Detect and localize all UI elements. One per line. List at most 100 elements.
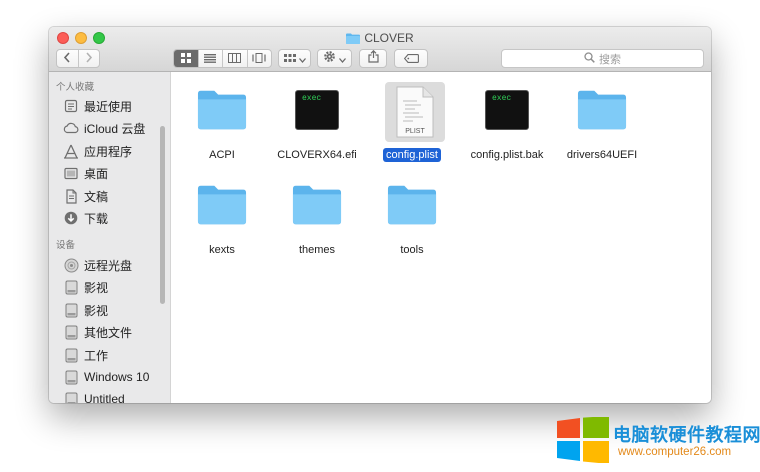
- sidebar-item-documents[interactable]: 文稿: [63, 186, 108, 206]
- tag-button[interactable]: [394, 49, 428, 68]
- sidebar-item-label: 影视: [84, 280, 109, 295]
- arrange-grid-icon: [283, 50, 296, 68]
- coverflow-view-button[interactable]: [246, 50, 272, 67]
- sidebar-item-label: 最近使用: [84, 99, 133, 114]
- chevron-left-icon: [63, 50, 71, 68]
- chevron-down-icon: [298, 50, 306, 68]
- search-field[interactable]: 搜索: [501, 49, 704, 68]
- drive-icon: [63, 324, 79, 340]
- file-item-cloverx64-efi[interactable]: exec CLOVERX64.efi: [269, 79, 365, 179]
- watermark: 电脑软硬件教程网 www.computer26.com: [555, 414, 760, 464]
- sidebar-scrollbar[interactable]: [160, 126, 165, 304]
- arrange-button[interactable]: [278, 49, 311, 68]
- watermark-title: 电脑软硬件教程网: [613, 425, 760, 445]
- file-item-tools[interactable]: tools: [364, 174, 460, 274]
- chevron-down-icon: [339, 50, 346, 68]
- sidebar-item-label: 其他文件: [84, 325, 133, 340]
- sidebar-item-label: 远程光盘: [84, 258, 133, 273]
- file-name: ACPI: [209, 149, 235, 161]
- sidebar-item-label: 影视: [84, 303, 109, 318]
- plist-document-icon: PLIST: [385, 82, 445, 142]
- disc-icon: [63, 257, 79, 273]
- sidebar-item-remote-disc[interactable]: 远程光盘: [63, 255, 132, 275]
- search-placeholder: 搜索: [599, 53, 621, 66]
- sidebar-item-drive[interactable]: 影视: [63, 300, 108, 320]
- sidebar-item-drive[interactable]: Untitled: [63, 389, 125, 403]
- sidebar-item-label: 文稿: [84, 189, 109, 204]
- file-item-config-plist-bak[interactable]: exec config.plist.bak: [459, 79, 555, 179]
- sidebar-item-desktop[interactable]: 桌面: [63, 163, 108, 183]
- drive-icon: [63, 279, 79, 295]
- icon-view-icon: [180, 50, 191, 67]
- sidebar: 个人收藏 最近使用 iCloud 云盘 应用程序 桌面 文稿 下载 设备 远程光…: [49, 72, 171, 403]
- applications-icon: [63, 143, 79, 159]
- sidebar-item-recents[interactable]: 最近使用: [63, 96, 132, 116]
- desktop-icon: [63, 165, 79, 181]
- drive-icon: [63, 369, 79, 385]
- sidebar-item-label: Untitled: [84, 392, 125, 403]
- folder-icon: [387, 180, 437, 230]
- sidebar-item-drive[interactable]: 其他文件: [63, 322, 132, 342]
- sidebar-item-label: Windows 10: [84, 370, 150, 384]
- action-button[interactable]: [317, 49, 352, 68]
- download-icon: [63, 210, 79, 226]
- watermark-url: www.computer26.com: [618, 446, 732, 458]
- file-name: config.plist.bak: [470, 149, 544, 161]
- icon-view-button[interactable]: [174, 50, 198, 67]
- plist-badge: PLIST: [405, 128, 425, 135]
- folder-icon: [292, 180, 342, 230]
- documents-icon: [63, 188, 79, 204]
- windows-logo-icon: [557, 416, 609, 468]
- share-icon: [367, 49, 379, 68]
- list-view-button[interactable]: [197, 50, 223, 67]
- cloud-icon: [63, 120, 79, 136]
- drive-icon: [63, 391, 79, 403]
- file-name: tools: [400, 244, 424, 256]
- terminal-exec-icon: exec: [292, 85, 342, 135]
- file-item-drivers64uefi[interactable]: drivers64UEFI: [554, 79, 650, 179]
- window-title-text: CLOVER: [364, 31, 414, 45]
- sidebar-item-drive[interactable]: 影视: [63, 277, 108, 297]
- sidebar-item-label: 桌面: [84, 166, 109, 181]
- finder-window: CLOVER 搜索 个人收藏 最近使用 iCloud 云盘 应用程序 桌面 文稿…: [49, 27, 711, 403]
- file-name-selected: config.plist: [383, 148, 441, 162]
- sidebar-item-drive[interactable]: Windows 10: [63, 367, 149, 387]
- sidebar-item-label: 工作: [84, 348, 109, 363]
- back-button[interactable]: [57, 50, 78, 67]
- tag-icon: [403, 50, 419, 68]
- folder-icon: [197, 85, 247, 135]
- file-name: kexts: [209, 244, 235, 256]
- file-name: CLOVERX64.efi: [277, 149, 357, 161]
- sidebar-item-applications[interactable]: 应用程序: [63, 141, 132, 161]
- exec-badge: exec: [302, 94, 322, 103]
- file-name: drivers64UEFI: [566, 149, 638, 161]
- sidebar-header-devices: 设备: [56, 240, 76, 251]
- file-grid: ACPI exec CLOVERX64.efi PLIST config.pli…: [171, 72, 711, 403]
- coverflow-view-icon: [252, 50, 266, 67]
- file-item-acpi[interactable]: ACPI: [174, 79, 270, 179]
- exec-badge: exec: [492, 94, 512, 103]
- search-icon: [584, 51, 599, 66]
- list-view-icon: [204, 50, 217, 67]
- chevron-right-icon: [85, 50, 93, 68]
- sidebar-item-downloads[interactable]: 下载: [63, 208, 108, 228]
- column-view-button[interactable]: [222, 50, 247, 67]
- nav-buttons: [56, 49, 100, 68]
- sidebar-item-drive[interactable]: 工作: [63, 345, 108, 365]
- forward-button[interactable]: [77, 50, 100, 68]
- folder-icon: [197, 180, 247, 230]
- recents-icon: [63, 98, 79, 114]
- sidebar-item-icloud[interactable]: iCloud 云盘: [63, 118, 145, 138]
- file-item-config-plist[interactable]: PLIST config.plist: [364, 79, 460, 179]
- toolbar: CLOVER 搜索: [49, 27, 711, 72]
- sidebar-item-label: 应用程序: [84, 144, 133, 159]
- share-button[interactable]: [359, 49, 387, 68]
- file-item-themes[interactable]: themes: [269, 174, 365, 274]
- file-item-kexts[interactable]: kexts: [174, 174, 270, 274]
- drive-icon: [63, 347, 79, 363]
- sidebar-header-favorites: 个人收藏: [56, 82, 95, 93]
- window-title: CLOVER: [49, 30, 711, 48]
- file-name: themes: [298, 244, 336, 256]
- gear-icon: [323, 50, 336, 68]
- sidebar-item-label: 下载: [84, 211, 109, 226]
